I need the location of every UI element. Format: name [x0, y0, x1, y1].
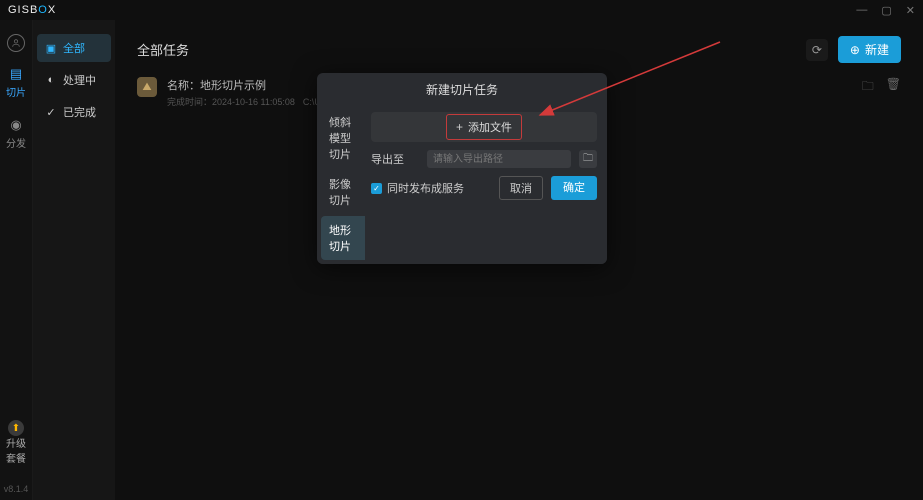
slice-icon: ▤ — [10, 66, 22, 82]
modal-nav-imagery[interactable]: 影像切片 — [321, 170, 365, 214]
sidebar-item-all[interactable]: ▣ 全部 — [37, 34, 111, 62]
modal-footer: ✓ 同时发布成服务 取消 确定 — [371, 176, 597, 200]
upgrade-icon[interactable]: ⬆ — [8, 420, 24, 436]
left-rail: ▤ 切片 ◉ 分发 ⬆ 升级 套餐 v8.1.4 — [0, 20, 33, 500]
version-text: v8.1.4 — [4, 484, 29, 494]
modal-nav-oblique[interactable]: 倾斜模型切片 — [321, 108, 365, 168]
page-title: 全部任务 — [137, 40, 189, 59]
browse-button[interactable]: 🗀 — [579, 150, 597, 168]
sidebar-item-label: 处理中 — [63, 72, 96, 88]
confirm-button[interactable]: 确定 — [551, 176, 597, 200]
publish-checkbox-label: 同时发布成服务 — [387, 180, 464, 196]
maximize-button[interactable]: ▢ — [881, 4, 891, 17]
upgrade-label-1: 升级 — [6, 439, 26, 451]
window-controls: — ▢ ✕ — [856, 4, 915, 17]
done-icon: ✓ — [45, 106, 57, 119]
avatar[interactable] — [7, 34, 25, 52]
sidebar: ▣ 全部 ◐ 处理中 ✓ 已完成 — [33, 20, 115, 500]
rail-item-slice[interactable]: ▤ 切片 — [0, 62, 32, 103]
close-button[interactable]: ✕ — [906, 4, 915, 17]
logo-text-2: X — [48, 4, 56, 16]
logo-text: GISB — [8, 4, 38, 16]
upgrade-label-2: 套餐 — [6, 454, 26, 466]
modal-title: 新建切片任务 — [317, 73, 607, 104]
modal-main: + 添加文件 导出至 🗀 ✓ 同时发布成服务 取消 确定 — [365, 104, 607, 264]
task-thumbnail: ⛰ — [137, 77, 157, 97]
rail-item-label: 切片 — [6, 84, 26, 99]
add-file-button[interactable]: + 添加文件 — [446, 114, 522, 140]
content-header: 全部任务 ⟳ ⊕ 新建 — [137, 36, 901, 63]
rail-bottom: ⬆ 升级 套餐 — [6, 420, 26, 466]
modal-nav-terrain[interactable]: 地形切片 — [321, 216, 365, 260]
sidebar-item-done[interactable]: ✓ 已完成 — [37, 98, 111, 126]
new-task-button[interactable]: ⊕ 新建 — [838, 36, 901, 63]
processing-icon: ◐ — [45, 74, 57, 86]
sidebar-item-label: 已完成 — [63, 104, 96, 120]
export-path-input[interactable] — [427, 150, 571, 168]
publish-checkbox-row: ✓ 同时发布成服务 — [371, 180, 464, 196]
new-button-label: 新建 — [865, 41, 889, 58]
refresh-button[interactable]: ⟳ — [806, 39, 828, 61]
export-label: 导出至 — [371, 151, 419, 167]
modal-actions: 取消 确定 — [499, 176, 597, 200]
modal-body: 倾斜模型切片 影像切片 地形切片 + 添加文件 导出至 🗀 ✓ 同时发布成服务 — [317, 104, 607, 264]
open-folder-button[interactable]: 🗀 — [862, 77, 874, 98]
logo-accent: O — [38, 4, 48, 16]
task-name-prefix: 名称： — [167, 80, 200, 92]
delete-button[interactable]: 🗑 — [886, 77, 901, 98]
modal-nav: 倾斜模型切片 影像切片 地形切片 — [317, 104, 365, 264]
all-icon: ▣ — [45, 42, 57, 55]
header-actions: ⟳ ⊕ 新建 — [806, 36, 901, 63]
distribute-icon: ◉ — [10, 117, 21, 133]
cancel-button[interactable]: 取消 — [499, 176, 543, 200]
titlebar: GISBOX — ▢ ✕ — [0, 0, 923, 20]
sidebar-item-label: 全部 — [63, 40, 85, 56]
plus-icon: + — [456, 120, 463, 134]
publish-checkbox[interactable]: ✓ — [371, 183, 382, 194]
task-time: 完成时间：2024-10-16 11:05:08 — [167, 95, 295, 108]
user-icon — [11, 38, 21, 48]
task-row-actions: 🗀 🗑 — [862, 77, 901, 98]
rail-item-distribute[interactable]: ◉ 分发 — [0, 113, 32, 154]
task-name-value: 地形切片示例 — [200, 80, 266, 92]
export-row: 导出至 🗀 — [371, 150, 597, 168]
minimize-button[interactable]: — — [856, 4, 867, 17]
add-file-label: 添加文件 — [468, 119, 512, 135]
rail-item-label: 分发 — [6, 135, 26, 150]
file-dropzone[interactable]: + 添加文件 — [371, 112, 597, 142]
new-task-modal: 新建切片任务 倾斜模型切片 影像切片 地形切片 + 添加文件 导出至 🗀 ✓ — [317, 73, 607, 264]
plus-icon: ⊕ — [850, 43, 860, 57]
sidebar-item-processing[interactable]: ◐ 处理中 — [37, 66, 111, 94]
app-logo: GISBOX — [8, 4, 56, 16]
